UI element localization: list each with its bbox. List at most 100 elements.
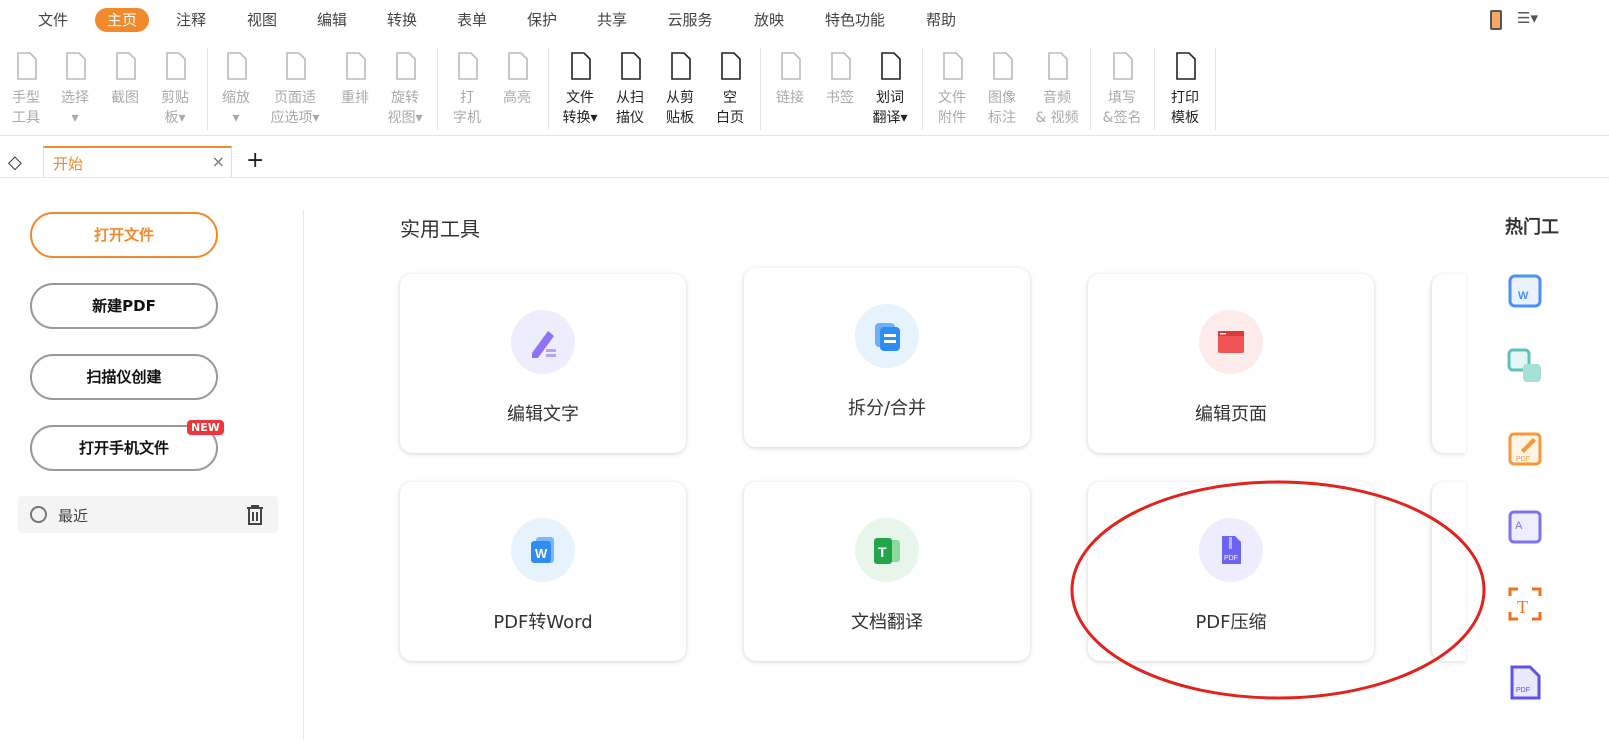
- toolbar-word-translate-button[interactable]: 划词 翻译▾: [865, 50, 915, 128]
- toolbar-separator: [1215, 48, 1216, 130]
- pencil-icon: [511, 310, 575, 374]
- toolbar-audio-video-button[interactable]: 音频 & 视频: [1032, 50, 1082, 128]
- toolbar-print-template-button[interactable]: 打印 模板: [1160, 50, 1210, 128]
- menu-form[interactable]: 表单: [445, 8, 499, 32]
- rotate-view-icon: [396, 52, 416, 80]
- toolbar-label: 剪贴: [161, 90, 189, 106]
- ocr-icon[interactable]: T: [1507, 586, 1543, 622]
- pdf-edit-icon[interactable]: PDF: [1507, 430, 1543, 466]
- highlight-icon: [508, 52, 528, 80]
- add-tab-button[interactable]: +: [246, 148, 264, 173]
- tool-card-split-merge[interactable]: 拆分/合并: [744, 268, 1030, 447]
- recent-bar[interactable]: 最近: [18, 496, 278, 533]
- fill-sign-icon: [1113, 52, 1133, 80]
- svg-text:T: T: [878, 544, 887, 560]
- card-label: PDF压缩: [1195, 612, 1267, 633]
- tool-card-edit-page[interactable]: 编辑页面: [1088, 274, 1374, 453]
- toolbar-separator: [207, 48, 208, 130]
- pdf-to-word-icon[interactable]: W: [1507, 272, 1543, 308]
- menu-file[interactable]: 文件: [26, 8, 80, 32]
- card-label: 编辑页面: [1195, 404, 1267, 425]
- menu-view[interactable]: 视图: [235, 8, 289, 32]
- mobile-icon[interactable]: [1490, 10, 1502, 30]
- toolbar-typewriter-button[interactable]: 打字机: [442, 50, 492, 128]
- toolbar-image-annotation-button[interactable]: 图像 标注: [977, 50, 1027, 128]
- toolbar-reflow-button[interactable]: 重排: [330, 50, 380, 108]
- toolbar-label: & 视频: [1035, 110, 1079, 126]
- new-badge: NEW: [187, 420, 224, 435]
- toolbar-select-button[interactable]: 选择 ▾: [50, 50, 100, 128]
- toolbar-from-scanner-button[interactable]: 从扫 描仪: [605, 50, 655, 128]
- toolbar-clipboard-button[interactable]: 剪贴 板▾: [150, 50, 200, 128]
- tab-start[interactable]: 开始 ×: [43, 146, 232, 178]
- scanner-create-button[interactable]: 扫描仪创建: [30, 354, 218, 400]
- toolbar-label: 空: [723, 90, 737, 106]
- menu-cloud[interactable]: 云服务: [655, 8, 724, 32]
- menu-home[interactable]: 主页: [94, 8, 150, 32]
- pdf-file-icon[interactable]: PDF: [1507, 664, 1543, 700]
- toolbar-separator: [548, 48, 549, 130]
- tab-label: 开始: [53, 155, 84, 173]
- toolbar-file-attachment-button[interactable]: 文件 附件: [927, 50, 977, 128]
- menu-protect[interactable]: 保护: [515, 8, 569, 32]
- tool-card-doc-translate[interactable]: T 文档翻译: [744, 482, 1030, 661]
- toolbar-blank-page-button[interactable]: 空白页: [705, 50, 755, 128]
- zoom-icon: [227, 52, 247, 80]
- tool-card-partial[interactable]: [1432, 482, 1466, 661]
- toolbar-zoom-button[interactable]: 缩放 ▾: [211, 50, 261, 128]
- toolbar-label: ▾: [71, 110, 79, 126]
- toolbar-label: 贴板: [666, 110, 694, 126]
- trash-icon[interactable]: [245, 504, 265, 526]
- eraser-icon[interactable]: ◇: [8, 152, 22, 173]
- blank-page-icon: [721, 52, 741, 80]
- menu-convert[interactable]: 转换: [375, 8, 429, 32]
- toolbar-fill-sign-button[interactable]: 填写 &签名: [1097, 50, 1147, 128]
- toolbar-label: 描仪: [616, 110, 644, 126]
- hand-tool-icon: [17, 52, 37, 80]
- toolbar-label: 文件: [566, 90, 594, 106]
- toolbar-rotate-view-button[interactable]: 旋转 视图▾: [380, 50, 430, 128]
- toolbar-label: ▾: [232, 110, 240, 126]
- svg-text:W: W: [535, 546, 548, 561]
- svg-text:W: W: [1518, 290, 1529, 302]
- toolbar-label: &签名: [1102, 110, 1142, 126]
- tool-card-pdf-compress[interactable]: PDF PDF压缩: [1088, 482, 1374, 661]
- menu-edit[interactable]: 编辑: [305, 8, 359, 32]
- compress-icon[interactable]: [1507, 348, 1543, 384]
- toolbar-separator: [1154, 48, 1155, 130]
- divider: [0, 135, 1609, 136]
- new-pdf-button[interactable]: 新建PDF: [30, 283, 218, 329]
- toolbar-screenshot-button[interactable]: 截图: [100, 50, 150, 108]
- menu-features[interactable]: 特色功能: [813, 8, 897, 32]
- image-annotation-icon: [993, 52, 1013, 80]
- toolbar-label: 工具: [12, 110, 40, 126]
- tool-card-pdf-to-word[interactable]: W PDF转Word: [400, 482, 686, 661]
- translate-icon[interactable]: A: [1507, 508, 1543, 544]
- toolbar-file-convert-button[interactable]: 文件 转换▾: [555, 50, 605, 128]
- toolbar-hand-tool-button[interactable]: 手型 工具: [1, 50, 51, 128]
- clock-icon: [30, 506, 47, 523]
- open-file-button[interactable]: 打开文件: [30, 212, 218, 258]
- menu-help[interactable]: 帮助: [914, 8, 968, 32]
- toolbar-label: 音频: [1043, 90, 1071, 106]
- toolbar-fit-page-button[interactable]: 页面适 应选项▾: [270, 50, 320, 128]
- link-icon: [781, 52, 801, 80]
- typewriter-icon: [458, 52, 478, 80]
- toolbar-from-clipboard-button[interactable]: 从剪 贴板: [655, 50, 705, 128]
- toolbar-label: 链接: [776, 90, 804, 106]
- tool-card-partial[interactable]: [1432, 274, 1466, 453]
- toolbar-link-button[interactable]: 链接: [765, 50, 815, 108]
- search-menu-icon[interactable]: ☰▾: [1517, 9, 1538, 27]
- menu-share[interactable]: 共享: [585, 8, 639, 32]
- menu-slideshow[interactable]: 放映: [742, 8, 796, 32]
- tool-card-edit-text[interactable]: 编辑文字: [400, 274, 686, 453]
- toolbar-highlight-button[interactable]: 高亮: [492, 50, 542, 108]
- toolbar-label: 从扫: [616, 90, 644, 106]
- toolbar-label: 白页: [716, 110, 744, 126]
- toolbar-label: 翻译▾: [872, 110, 908, 126]
- tab-close-icon[interactable]: ×: [212, 152, 225, 171]
- toolbar-label: 截图: [111, 90, 139, 106]
- svg-text:PDF: PDF: [1516, 456, 1530, 463]
- toolbar-bookmark-button[interactable]: 书签: [815, 50, 865, 108]
- menu-comment[interactable]: 注释: [164, 8, 218, 32]
